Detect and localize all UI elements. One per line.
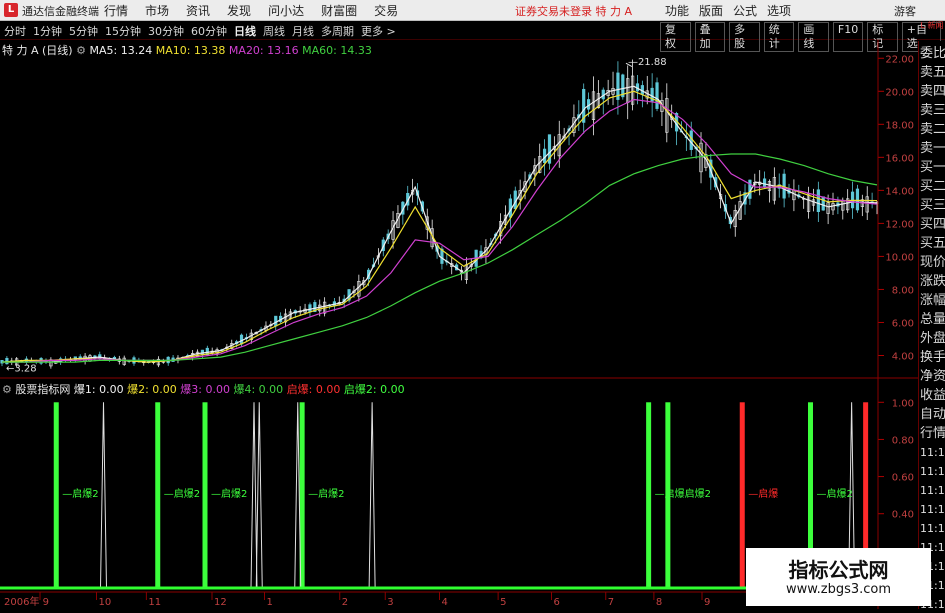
- price-axis: 22.00 20.00 18.00 16.00 14.00 12.00 10.00 8.00 6…: [878, 54, 914, 362]
- indicator-spike: [255, 402, 263, 589]
- date-tick-label: 7: [608, 597, 614, 608]
- side-panel-item: 11:1: [920, 446, 945, 459]
- chart-canvas[interactable]: —21.88←3.28 22.0020.0018.0016.0014.0012.…: [0, 0, 918, 609]
- price-tick-label: 18.00: [885, 120, 914, 131]
- indicator-tick-label: 0.60: [892, 473, 914, 484]
- candle-body: [239, 334, 244, 345]
- date-tick-label: 2: [342, 597, 348, 608]
- candle-body: [821, 196, 825, 211]
- indicator-bar-label: —启爆2: [62, 487, 98, 500]
- candle-body: [655, 82, 659, 109]
- side-panel-item: 11:1: [920, 484, 945, 497]
- indicator-tick-label: 0.40: [892, 510, 914, 521]
- side-panel-item[interactable]: 行情: [920, 426, 945, 442]
- ma-line-ma5: [1, 85, 878, 363]
- news-badge[interactable]: L 新闻: [920, 21, 944, 40]
- side-panel-item: 买五: [920, 236, 945, 251]
- indicator-bar-green: [155, 402, 161, 588]
- ma-line-ma60: [2, 153, 878, 363]
- ma-line-ma20: [2, 98, 878, 363]
- date-tick-label: 12: [214, 597, 227, 608]
- side-panel-item: 收益: [920, 388, 945, 403]
- price-tick-label: 4.00: [892, 351, 914, 362]
- date-tick-label: 8: [656, 597, 662, 608]
- ma-lines: —21.88 ←3.28: [1, 57, 878, 374]
- side-panel-item: 11:1: [920, 465, 945, 478]
- price-tick-label: 14.00: [885, 186, 914, 197]
- indicator-bar-green: [202, 402, 208, 588]
- quote-side-panel: 委比卖五卖四卖三卖二卖一买一买二买三买四买五现价涨跌涨幅总量外盘换手净资收益自动…: [918, 41, 945, 611]
- candle-body: [762, 178, 767, 188]
- price-tick-label: 6.00: [892, 318, 914, 329]
- indicator-bar-label: —启爆: [748, 487, 778, 500]
- indicator-bar-green: [53, 402, 59, 588]
- date-tick-label: 10: [99, 597, 112, 608]
- indicator-spike: [250, 402, 258, 589]
- date-tick-label: 5: [500, 597, 506, 608]
- watermark-title: 指标公式网: [788, 558, 889, 582]
- side-panel-item: 现价: [920, 255, 945, 270]
- side-panel-item: 买二: [920, 179, 945, 194]
- side-panel-item: 卖五: [920, 65, 945, 80]
- side-panel-item: 委比: [920, 46, 945, 61]
- date-axis: 2006年 910111212345678910: [4, 592, 771, 608]
- price-tick-label: 10.00: [885, 252, 914, 263]
- price-tick-label: 16.00: [885, 153, 914, 164]
- candle-series: [0, 59, 879, 369]
- side-panel-item: 买三: [920, 198, 945, 213]
- side-panel-item: 外盘: [920, 331, 945, 346]
- side-panel-item: 卖一: [920, 141, 945, 156]
- candle-body: [308, 304, 312, 313]
- indicator-bar-red: [739, 402, 745, 588]
- side-panel-item: 11:1: [920, 522, 945, 535]
- indicator-bar-label: —启爆2: [308, 487, 344, 500]
- side-panel-item: 换手: [920, 350, 945, 365]
- price-tick-label: 22.00: [885, 54, 914, 65]
- price-tick-label: 8.00: [892, 285, 914, 296]
- indicator-bar-label: —启爆2: [164, 487, 200, 500]
- candle-body: [816, 189, 820, 213]
- indicator-bar-label: —启爆2: [817, 487, 853, 500]
- date-tick-label: 11: [148, 597, 161, 608]
- indicator-bar-green: [646, 402, 652, 588]
- indicator-spike: [99, 402, 108, 589]
- candle-body: [855, 188, 860, 211]
- price-tick-label: 12.00: [885, 219, 914, 230]
- date-tick-label: 6: [554, 597, 560, 608]
- side-panel-item: 11:1: [920, 503, 945, 516]
- side-panel-item: 卖二: [920, 122, 945, 137]
- price-tick-label: 20.00: [885, 87, 914, 98]
- side-panel-item: 总量: [920, 312, 945, 327]
- side-panel-item: 买四: [920, 217, 945, 232]
- ma-line-ma10: [1, 90, 878, 363]
- side-panel-item[interactable]: 自动: [920, 407, 945, 423]
- indicator-bar-label: —启爆2: [211, 487, 247, 500]
- date-tick-label: 2006年 9: [4, 595, 49, 608]
- candle-body: [689, 130, 693, 150]
- indicator-tick-label: 0.80: [892, 435, 914, 446]
- side-panel-item: 买一: [920, 160, 945, 175]
- indicator-tick-label: 1.00: [892, 398, 914, 409]
- side-panel-item: 净资: [920, 369, 945, 384]
- candle-body: [274, 315, 278, 327]
- date-tick-label: 1: [267, 597, 273, 608]
- side-panel-item: 卖三: [920, 103, 945, 118]
- watermark-url: www.zbgs3.com: [785, 582, 892, 597]
- side-panel-item: 卖四: [920, 84, 945, 99]
- date-tick-label: 9: [704, 597, 710, 608]
- side-panel-item: 涨跌: [920, 274, 945, 289]
- low-price-label: ←3.28: [6, 363, 37, 374]
- side-panel-item: 涨幅: [920, 293, 945, 308]
- date-tick-label: 3: [387, 597, 393, 608]
- date-tick-label: 4: [442, 597, 448, 608]
- indicator-spike: [368, 402, 376, 589]
- high-price-label: —21.88: [628, 57, 667, 68]
- indicator-bar-label: —启爆启爆2: [655, 487, 711, 500]
- watermark-badge: 指标公式网 www.zbgs3.com: [746, 548, 931, 606]
